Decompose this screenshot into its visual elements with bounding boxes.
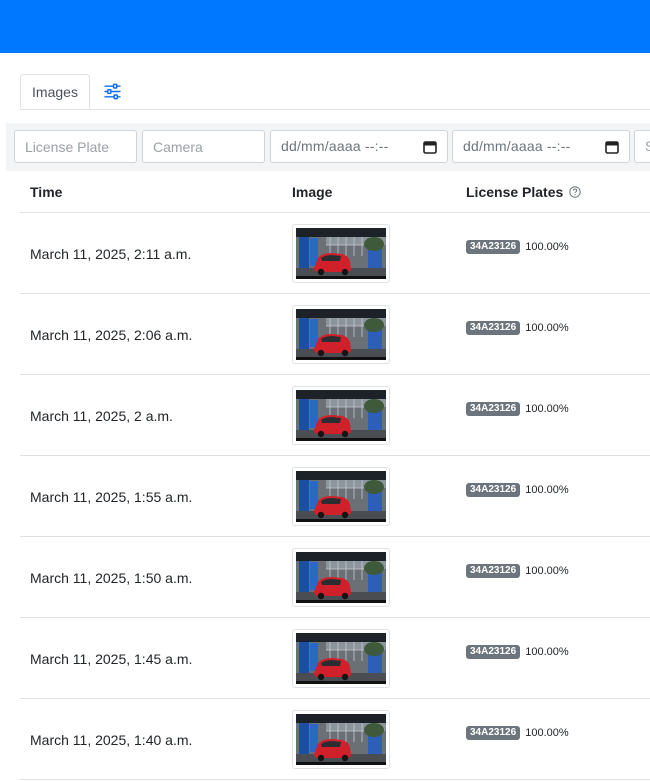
plate-confidence: 100.00% bbox=[525, 241, 569, 253]
plate-badge[interactable]: 34A23126 bbox=[466, 321, 521, 335]
filter-bar: dd/mm/aaaa --:-- dd/mm/aaaa --:-- S bbox=[6, 123, 650, 171]
date-to-input[interactable]: dd/mm/aaaa --:-- bbox=[452, 130, 630, 163]
table-row: March 11, 2025, 2:11 a.m. 34A23126 100.0… bbox=[20, 213, 650, 294]
table-body: March 11, 2025, 2:11 a.m. 34A23126 100.0… bbox=[20, 213, 650, 780]
table-row: March 11, 2025, 1:50 a.m. 34A23126 100.0… bbox=[20, 537, 650, 618]
table-row: March 11, 2025, 2 a.m. 34A23126 100.00% bbox=[20, 375, 650, 456]
capture-thumbnail[interactable] bbox=[292, 629, 390, 688]
tab-images[interactable]: Images bbox=[20, 74, 90, 109]
plate-readings: 34A23126 100.00% bbox=[466, 321, 569, 335]
parking-camera-image bbox=[296, 552, 386, 603]
parking-camera-image bbox=[296, 390, 386, 441]
search-placeholder-partial: S bbox=[645, 138, 650, 154]
header-license-plates: License Plates bbox=[466, 172, 581, 212]
table-row: March 11, 2025, 1:45 a.m. 34A23126 100.0… bbox=[20, 618, 650, 699]
plate-badge[interactable]: 34A23126 bbox=[466, 564, 521, 578]
images-table: Time Image License Plates March 11, 2025… bbox=[20, 172, 650, 780]
license-plate-input[interactable] bbox=[14, 130, 137, 163]
plate-readings: 34A23126 100.00% bbox=[466, 564, 569, 578]
plate-readings: 34A23126 100.00% bbox=[466, 645, 569, 659]
plate-confidence: 100.00% bbox=[525, 565, 569, 577]
parking-camera-image bbox=[296, 471, 386, 522]
calendar-icon[interactable] bbox=[605, 140, 619, 154]
row-time: March 11, 2025, 1:45 a.m. bbox=[30, 651, 193, 667]
row-time: March 11, 2025, 2:06 a.m. bbox=[30, 327, 193, 343]
table-row: March 11, 2025, 1:40 a.m. 34A23126 100.0… bbox=[20, 699, 650, 780]
header-image: Image bbox=[292, 184, 333, 200]
row-time: March 11, 2025, 1:40 a.m. bbox=[30, 732, 193, 748]
header-license-plates-label: License Plates bbox=[466, 184, 564, 200]
plate-readings: 34A23126 100.00% bbox=[466, 240, 569, 254]
table-row: March 11, 2025, 1:55 a.m. 34A23126 100.0… bbox=[20, 456, 650, 537]
plate-badge[interactable]: 34A23126 bbox=[466, 483, 521, 497]
row-time: March 11, 2025, 2 a.m. bbox=[30, 408, 173, 424]
row-time: March 11, 2025, 1:50 a.m. bbox=[30, 570, 193, 586]
plate-readings: 34A23126 100.00% bbox=[466, 726, 569, 740]
plate-badge[interactable]: 34A23126 bbox=[466, 402, 521, 416]
question-circle-icon[interactable] bbox=[569, 186, 581, 198]
date-from-placeholder: dd/mm/aaaa --:-- bbox=[281, 138, 389, 154]
plate-badge[interactable]: 34A23126 bbox=[466, 726, 521, 740]
parking-camera-image bbox=[296, 309, 386, 360]
camera-input[interactable] bbox=[142, 130, 265, 163]
plate-confidence: 100.00% bbox=[525, 727, 569, 739]
capture-thumbnail[interactable] bbox=[292, 710, 390, 769]
plate-confidence: 100.00% bbox=[525, 646, 569, 658]
sliders-icon[interactable] bbox=[104, 83, 121, 100]
plate-confidence: 100.00% bbox=[525, 403, 569, 415]
calendar-icon[interactable] bbox=[423, 140, 437, 154]
table-row: March 11, 2025, 2:06 a.m. 34A23126 100.0… bbox=[20, 294, 650, 375]
plate-confidence: 100.00% bbox=[525, 322, 569, 334]
search-input-partial[interactable]: S bbox=[634, 130, 650, 163]
header-time: Time bbox=[30, 184, 63, 200]
plate-badge[interactable]: 34A23126 bbox=[466, 240, 521, 254]
plate-confidence: 100.00% bbox=[525, 484, 569, 496]
plate-readings: 34A23126 100.00% bbox=[466, 483, 569, 497]
tab-bar: Images bbox=[20, 74, 650, 110]
capture-thumbnail[interactable] bbox=[292, 467, 390, 526]
parking-camera-image bbox=[296, 714, 386, 765]
parking-camera-image bbox=[296, 633, 386, 684]
row-time: March 11, 2025, 2:11 a.m. bbox=[30, 246, 192, 262]
parking-camera-image bbox=[296, 228, 386, 279]
capture-thumbnail[interactable] bbox=[292, 548, 390, 607]
capture-thumbnail[interactable] bbox=[292, 386, 390, 445]
plate-readings: 34A23126 100.00% bbox=[466, 402, 569, 416]
capture-thumbnail[interactable] bbox=[292, 305, 390, 364]
capture-thumbnail[interactable] bbox=[292, 224, 390, 283]
date-to-placeholder: dd/mm/aaaa --:-- bbox=[463, 138, 571, 154]
row-time: March 11, 2025, 1:55 a.m. bbox=[30, 489, 193, 505]
table-header: Time Image License Plates bbox=[20, 172, 650, 213]
top-navbar bbox=[0, 0, 650, 53]
plate-badge[interactable]: 34A23126 bbox=[466, 645, 521, 659]
date-from-input[interactable]: dd/mm/aaaa --:-- bbox=[270, 130, 448, 163]
